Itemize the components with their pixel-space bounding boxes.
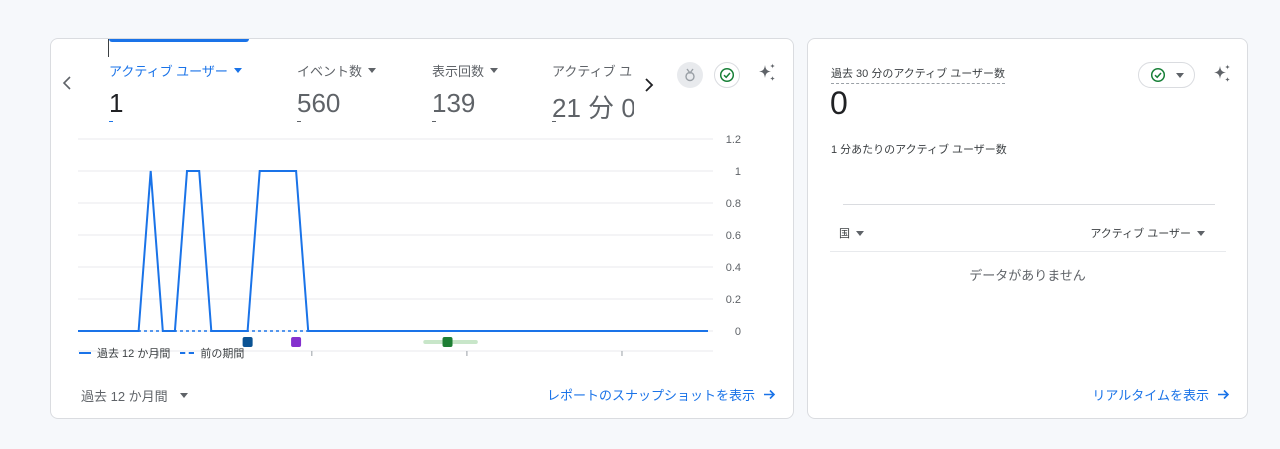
- x-tick-day: 01: [461, 358, 473, 359]
- metric-value: 21 分 0: [552, 93, 634, 123]
- y-tick-label: 0: [735, 326, 741, 338]
- caret-down-icon: [1197, 230, 1205, 236]
- metric-change: [297, 121, 301, 122]
- column-header-active-users[interactable]: アクティブ ユーザー: [1090, 225, 1205, 241]
- metric-tab-views[interactable]: 表示回数 139: [432, 61, 499, 119]
- legend-dashed-swatch: [180, 352, 195, 354]
- metric-value: 560: [297, 88, 341, 118]
- column-header-country[interactable]: 国: [839, 225, 864, 241]
- text-cursor: [108, 39, 109, 57]
- metric-change: [109, 121, 113, 122]
- realtime-value: 0: [830, 85, 848, 121]
- x-tick-day: 01: [616, 358, 628, 359]
- chevron-right-icon[interactable]: [643, 77, 655, 98]
- date-range-label: 過去 12 か月間: [81, 389, 168, 404]
- overview-card: アクティブ ユーザー 1 イベント数 560 表示回数 139 アクティブ ユ …: [50, 38, 794, 419]
- caret-down-icon: [856, 230, 864, 236]
- metric-value: 1: [109, 88, 124, 118]
- metric-tab-engagement-time[interactable]: アクティブ ユ 21 分 0: [552, 61, 634, 125]
- legend-current: 過去 12 か月間: [97, 348, 171, 360]
- x-tick-day: 01: [306, 358, 318, 359]
- caret-down-icon[interactable]: [490, 68, 499, 73]
- legend-previous: 前の期間: [200, 348, 245, 360]
- caret-down-icon[interactable]: [233, 68, 242, 73]
- y-tick-label: 0.4: [726, 262, 741, 274]
- y-tick-label: 0.2: [726, 294, 741, 306]
- y-tick-label: 1.2: [726, 134, 741, 146]
- check-circle-icon: [1150, 67, 1165, 83]
- y-tick-label: 1: [735, 166, 741, 178]
- view-snapshot-label: レポートのスナップショットを表示: [546, 388, 755, 403]
- column-header-label: アクティブ ユーザー: [1090, 228, 1191, 240]
- sparkle-icon[interactable]: [1209, 61, 1235, 87]
- status-dropdown[interactable]: [1138, 62, 1195, 88]
- caret-down-icon: [1175, 72, 1184, 78]
- metric-label: アクティブ ユーザー: [109, 64, 228, 79]
- current-period-line: [78, 170, 708, 332]
- realtime-subtitle: 1 分あたりのアクティブ ユーザー数: [831, 144, 1007, 156]
- caret-down-icon: [179, 393, 188, 398]
- legend-solid-swatch: [79, 352, 91, 354]
- realtime-card: 過去 30 分のアクティブ ユーザー数 0 1 分あたりのアクティブ ユーザー数…: [807, 38, 1248, 419]
- metric-value: 139: [432, 88, 476, 118]
- caret-down-icon[interactable]: [368, 68, 377, 73]
- metric-change: [432, 121, 436, 122]
- chevron-left-icon[interactable]: [61, 75, 73, 96]
- chart-legend: 過去 12 か月間 前の期間: [79, 345, 244, 361]
- metric-label: イベント数: [297, 64, 363, 79]
- sparkle-icon[interactable]: [754, 60, 780, 86]
- metric-label: 表示回数: [432, 64, 485, 79]
- realtime-title[interactable]: 過去 30 分のアクティブ ユーザー数: [831, 65, 1005, 84]
- annotation-marker[interactable]: [442, 337, 453, 347]
- view-realtime-label: リアルタイムを表示: [1092, 388, 1209, 403]
- metric-tab-active-users[interactable]: アクティブ ユーザー 1: [109, 61, 242, 119]
- empty-state-message: データがありません: [969, 268, 1086, 283]
- active-tab-indicator: [109, 39, 249, 42]
- annotation-marker[interactable]: [291, 337, 302, 347]
- view-snapshot-link[interactable]: レポートのスナップショットを表示: [547, 385, 776, 404]
- y-tick-label: 0.6: [726, 230, 741, 242]
- arrow-right-icon: [764, 389, 776, 400]
- active-users-chart: 1.210.80.60.40.20 017月0110月011月014月: [78, 134, 741, 359]
- table-header-divider: [830, 251, 1226, 252]
- column-header-label: 国: [839, 228, 850, 240]
- date-range-selector[interactable]: 過去 12 か月間: [81, 386, 188, 405]
- sparkline-baseline: [843, 204, 1215, 205]
- metric-tab-event-count[interactable]: イベント数 560: [297, 61, 377, 119]
- view-realtime-link[interactable]: リアルタイムを表示: [1092, 385, 1230, 404]
- metric-change: [552, 121, 556, 122]
- check-circle-icon[interactable]: [714, 62, 740, 88]
- arrow-right-icon: [1218, 389, 1230, 400]
- insights-badge-icon[interactable]: [677, 62, 703, 88]
- y-tick-label: 0.8: [726, 198, 741, 210]
- metric-label: アクティブ ユ: [552, 64, 633, 79]
